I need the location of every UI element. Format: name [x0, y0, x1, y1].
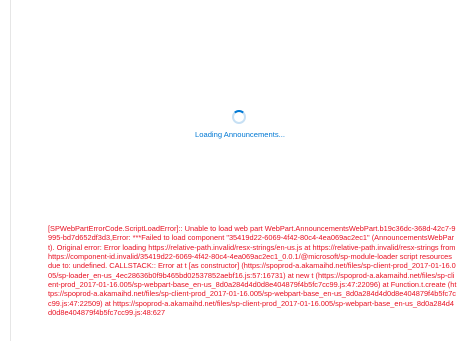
- loading-label: Loading Announcements...: [195, 130, 285, 139]
- loading-spinner-icon: [232, 110, 246, 124]
- error-message: [SPWebPartErrorCode.ScriptLoadError]:: U…: [48, 224, 457, 318]
